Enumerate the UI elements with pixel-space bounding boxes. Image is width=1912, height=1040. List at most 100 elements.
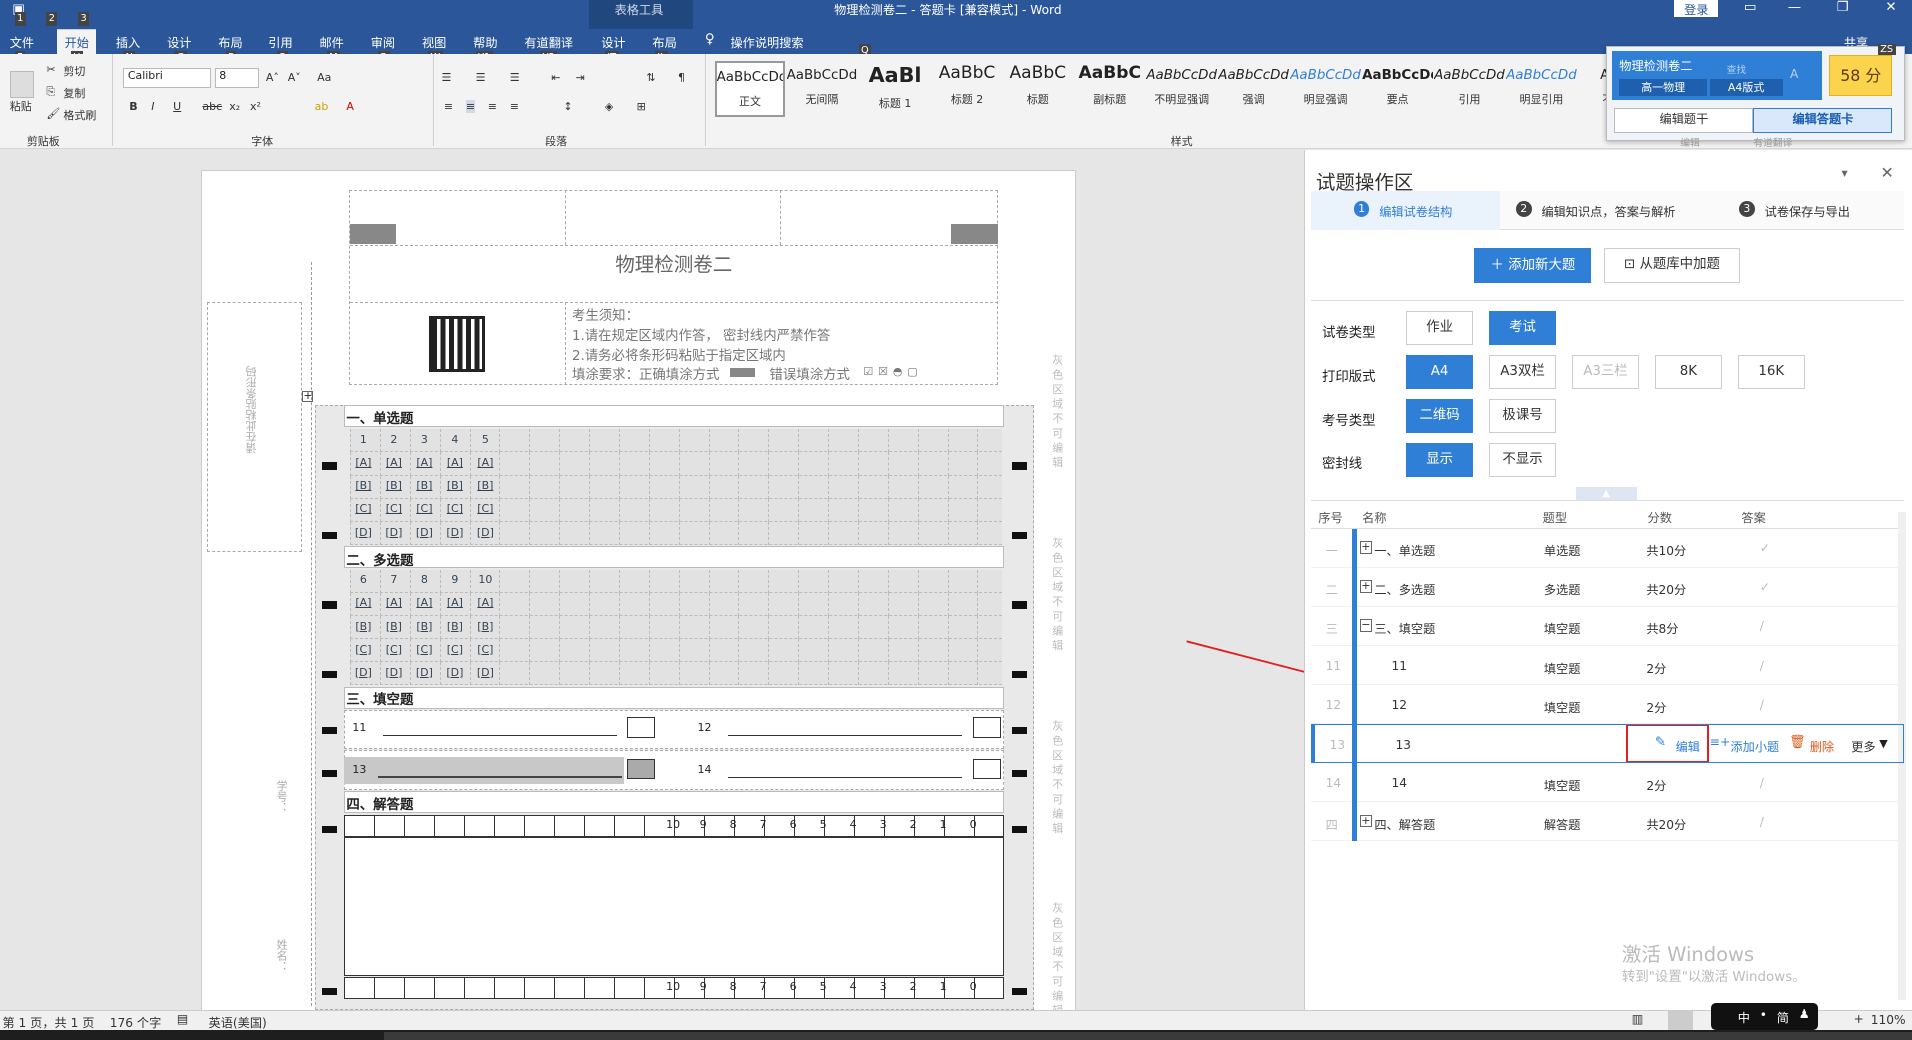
justify-icon[interactable]: ≡ bbox=[510, 100, 519, 113]
fill-q-12[interactable]: 12 bbox=[698, 721, 712, 734]
score-scale-value[interactable]: 2 bbox=[900, 818, 927, 831]
style-10[interactable]: AaBbCcDd 要点 bbox=[1362, 61, 1433, 117]
seal-hide[interactable]: 不显示 bbox=[1489, 442, 1557, 477]
id-type-qrcode[interactable]: 二维码 bbox=[1406, 398, 1474, 433]
tab-home[interactable]: 开始 bbox=[57, 29, 97, 54]
section-single-choice[interactable]: 一、单选题 bbox=[346, 407, 413, 427]
section-fill-blank[interactable]: 三、填空题 bbox=[346, 688, 413, 708]
fill-q-13[interactable]: 13 bbox=[352, 763, 366, 776]
question-number[interactable]: 10 bbox=[472, 573, 499, 586]
option-bubble[interactable]: [C] bbox=[441, 643, 468, 656]
proofing-icon[interactable]: ▤ bbox=[177, 1012, 189, 1026]
font-name-select[interactable]: Calibri bbox=[123, 68, 211, 88]
option-bubble[interactable]: [C] bbox=[411, 643, 438, 656]
multilevel-list-icon[interactable]: ☰ bbox=[510, 71, 520, 84]
restore-icon[interactable]: ❐ bbox=[1837, 0, 1849, 15]
option-bubble[interactable]: [B] bbox=[472, 620, 499, 633]
score-scale-value[interactable]: 9 bbox=[690, 818, 717, 831]
score-scale-value[interactable]: 4 bbox=[840, 818, 867, 831]
question-number[interactable]: 2 bbox=[380, 433, 407, 446]
align-center-icon[interactable]: ≡ bbox=[465, 99, 476, 113]
option-bubble[interactable]: [B] bbox=[380, 620, 407, 633]
tab-youdao[interactable]: 有道翻译 bbox=[524, 33, 573, 51]
id-type-jike[interactable]: 极课号 bbox=[1489, 398, 1557, 433]
cut-button[interactable]: 剪切 bbox=[63, 63, 85, 79]
strikethrough-icon[interactable]: abc bbox=[202, 100, 222, 113]
option-bubble[interactable]: [D] bbox=[472, 666, 499, 679]
style-4[interactable]: AaBbC 标题 2 bbox=[932, 61, 1003, 117]
ime-toolbar[interactable]: 中 • 简 ♟ bbox=[1710, 1003, 1819, 1031]
print-a3-two-column[interactable]: A3双栏 bbox=[1489, 354, 1557, 389]
edit-stem-tab[interactable]: 编辑题干 bbox=[1614, 108, 1754, 133]
question-row[interactable]: 12 12 填空题 2分 / bbox=[1310, 685, 1904, 725]
page-count[interactable]: 第 1 页，共 1 页 bbox=[2, 1013, 94, 1031]
tab-mailings[interactable]: 邮件 bbox=[320, 33, 344, 51]
ime-simplified[interactable]: 简 bbox=[1777, 1008, 1789, 1026]
option-bubble[interactable]: [D] bbox=[380, 526, 407, 539]
option-bubble[interactable]: [D] bbox=[350, 526, 377, 539]
option-bubble[interactable]: [B] bbox=[350, 479, 377, 492]
option-bubble[interactable]: [B] bbox=[441, 620, 468, 633]
line-spacing-icon[interactable]: ↕ bbox=[563, 100, 572, 113]
highlight-icon[interactable]: ab bbox=[315, 100, 329, 113]
option-bubble[interactable]: [D] bbox=[380, 666, 407, 679]
style-8[interactable]: AaBbCcDd 强调 bbox=[1218, 61, 1289, 117]
option-bubble[interactable]: [A] bbox=[441, 456, 468, 469]
collapse-icon[interactable]: − bbox=[1359, 619, 1372, 632]
option-bubble[interactable]: [C] bbox=[380, 643, 407, 656]
ribbon-display-icon[interactable]: ▭ bbox=[1744, 0, 1757, 15]
minimize-icon[interactable]: — bbox=[1788, 0, 1801, 15]
tab-view[interactable]: 视图 bbox=[422, 33, 446, 51]
tab-table-layout[interactable]: 布局 bbox=[652, 33, 676, 51]
font-size-select[interactable]: 8 bbox=[214, 68, 259, 88]
option-bubble[interactable]: [B] bbox=[472, 479, 499, 492]
section-multi-choice[interactable]: 二、多选题 bbox=[346, 549, 413, 569]
score-scale-value[interactable]: 5 bbox=[810, 818, 837, 831]
option-bubble[interactable]: [C] bbox=[441, 502, 468, 515]
print-16k[interactable]: 16K bbox=[1737, 354, 1805, 389]
question-row[interactable]: 13 13 bbox=[1310, 724, 1904, 764]
format-painter-icon[interactable]: 🖌 bbox=[46, 107, 60, 120]
option-bubble[interactable]: [C] bbox=[350, 643, 377, 656]
score-scale-value[interactable]: 0 bbox=[960, 980, 987, 993]
read-mode-icon[interactable]: ▥ bbox=[1632, 1012, 1644, 1026]
question-row[interactable]: + 二 二、多选题 多选题 共20分 ✓ bbox=[1310, 568, 1904, 608]
close-icon[interactable]: ✕ bbox=[1885, 0, 1896, 15]
option-bubble[interactable]: [A] bbox=[441, 596, 468, 609]
show-marks-icon[interactable]: ¶ bbox=[678, 71, 685, 84]
subscript-icon[interactable]: x₂ bbox=[229, 100, 240, 113]
exam-type-exam[interactable]: 考试 bbox=[1489, 310, 1557, 346]
option-bubble[interactable]: [B] bbox=[441, 479, 468, 492]
score-scale-value[interactable]: 3 bbox=[870, 980, 897, 993]
question-row[interactable]: − 三 三、填空题 填空题 共8分 / bbox=[1310, 607, 1904, 647]
score-scale-value[interactable]: 8 bbox=[720, 818, 747, 831]
option-bubble[interactable]: [A] bbox=[472, 456, 499, 469]
italic-icon[interactable]: I bbox=[151, 100, 154, 113]
superscript-icon[interactable]: x² bbox=[250, 100, 261, 113]
fill-q-14[interactable]: 14 bbox=[698, 763, 712, 776]
collapse-settings-toggle[interactable]: ▲ bbox=[1575, 486, 1637, 500]
exam-title[interactable]: 物理检测卷二 bbox=[350, 248, 998, 277]
expand-icon[interactable]: + bbox=[1359, 814, 1372, 827]
shrink-font-icon[interactable]: A˅ bbox=[288, 71, 301, 84]
step-3[interactable]: 试卷保存与导出 bbox=[1765, 202, 1850, 220]
style-7[interactable]: AaBbCcDd 不明显强调 bbox=[1146, 61, 1217, 117]
question-number[interactable]: 4 bbox=[441, 433, 468, 446]
option-bubble[interactable]: [D] bbox=[411, 666, 438, 679]
paste-icon[interactable] bbox=[9, 70, 35, 98]
expand-icon[interactable]: + bbox=[1359, 541, 1372, 554]
step-2[interactable]: 编辑知识点，答案与解析 bbox=[1541, 202, 1675, 220]
score-scale-value[interactable]: 4 bbox=[840, 980, 867, 993]
option-bubble[interactable]: [B] bbox=[411, 479, 438, 492]
print-layout-icon[interactable] bbox=[1668, 1010, 1693, 1031]
question-number[interactable]: 3 bbox=[411, 433, 438, 446]
style-3[interactable]: AaBl 标题 1 bbox=[860, 61, 931, 117]
tab-layout[interactable]: 布局 bbox=[218, 33, 242, 51]
pane-close-icon[interactable]: ✕ bbox=[1880, 163, 1893, 182]
essay-answer-area[interactable] bbox=[343, 836, 1004, 976]
cut-icon[interactable]: ✂ bbox=[46, 63, 55, 76]
copy-button[interactable]: 复制 bbox=[63, 85, 85, 101]
borders-icon[interactable]: ⊞ bbox=[637, 100, 646, 113]
option-bubble[interactable]: [A] bbox=[411, 596, 438, 609]
question-number[interactable]: 7 bbox=[380, 573, 407, 586]
